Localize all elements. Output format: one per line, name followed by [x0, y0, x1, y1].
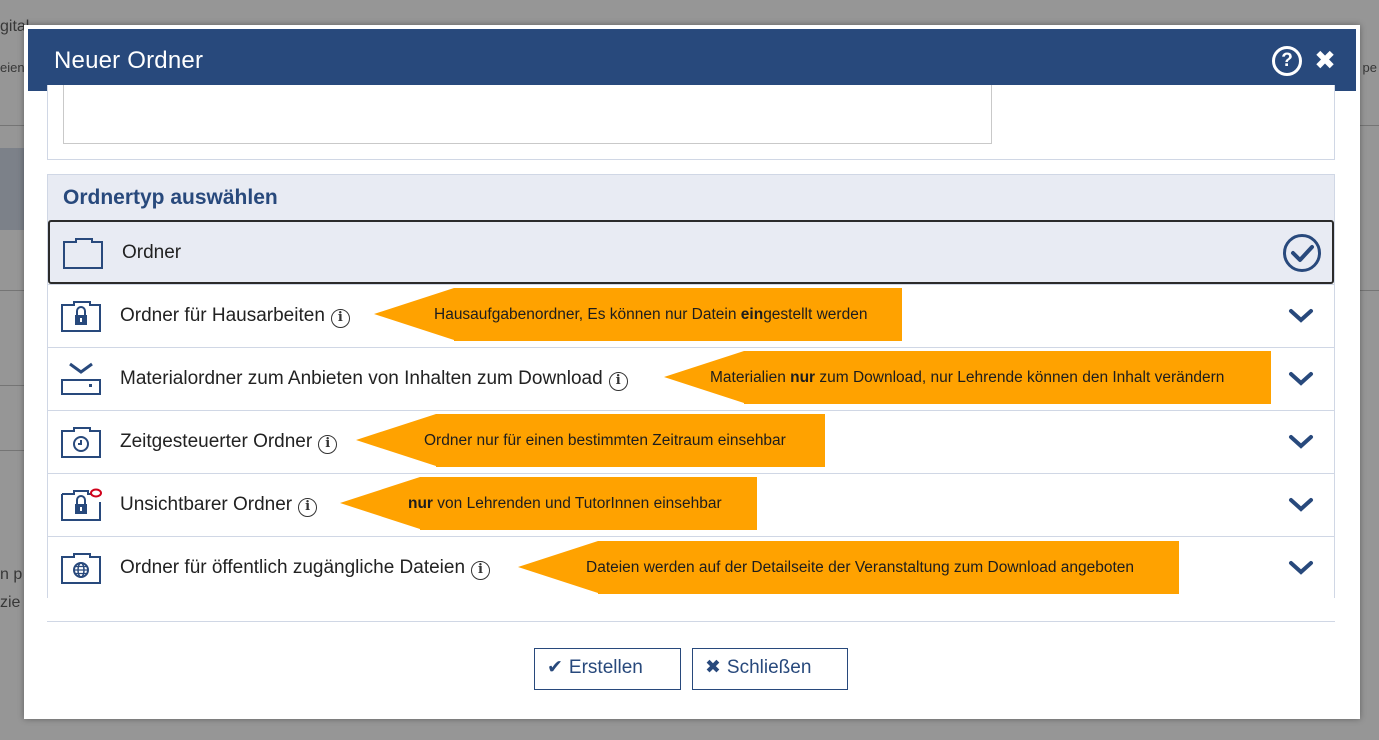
callout-materialordner: Materialien nur zum Download, nur Lehren… — [664, 351, 1271, 404]
folder-type-heading: Ordnertyp auswählen — [48, 175, 1334, 221]
close-button[interactable]: ✖ Schließen — [692, 648, 848, 690]
dialog-titlebar: Neuer Ordner ? ✖ — [28, 29, 1356, 91]
folder-type-label: Ordner — [122, 242, 182, 263]
download-folder-icon — [61, 362, 101, 395]
public-folder-icon — [61, 553, 101, 584]
folder-type-ordner[interactable]: Ordner — [48, 220, 1334, 284]
folder-type-label: Ordner für öffentlich zugängliche Dateie… — [120, 557, 491, 580]
callout-text: Hausaufgabenordner, Es können nur Datein… — [434, 306, 868, 323]
chevron-down-icon[interactable] — [1288, 496, 1314, 514]
check-icon: ✔ — [547, 657, 563, 678]
folder-type-label: Unsichtbarer Ordner i — [120, 494, 318, 517]
description-textarea[interactable] — [63, 85, 992, 144]
create-button[interactable]: ✔ Erstellen — [534, 648, 681, 690]
close-icon[interactable]: ✖ — [1312, 43, 1338, 77]
footer-divider — [47, 621, 1335, 622]
folder-type-label: Zeitgesteuerter Ordner i — [120, 431, 338, 454]
callout-oeffentlich: Dateien werden auf der Detailseite der V… — [518, 541, 1179, 594]
chevron-down-icon[interactable] — [1288, 559, 1314, 577]
info-icon[interactable]: i — [471, 561, 491, 580]
callout-text: nur von Lehrenden und TutorInnen einsehb… — [408, 495, 722, 512]
selected-check-icon — [1283, 234, 1321, 272]
timed-folder-icon — [61, 427, 101, 458]
chevron-down-icon[interactable] — [1288, 433, 1314, 451]
description-fieldset — [47, 85, 1335, 160]
callout-text: Ordner nur für einen bestimmten Zeitraum… — [424, 432, 786, 449]
folder-type-label: Materialordner zum Anbieten von Inhalten… — [120, 368, 628, 391]
info-icon[interactable]: i — [330, 309, 350, 328]
callout-unsichtbar: nur von Lehrenden und TutorInnen einsehb… — [340, 477, 757, 530]
info-icon[interactable]: i — [298, 498, 318, 517]
close-x-icon: ✖ — [705, 657, 721, 678]
create-button-label: Erstellen — [568, 657, 643, 678]
invisible-folder-icon — [61, 488, 102, 521]
chevron-down-icon[interactable] — [1288, 370, 1314, 388]
callout-hausarbeiten: Hausaufgabenordner, Es können nur Datein… — [374, 288, 902, 341]
folder-icon — [63, 238, 103, 269]
homework-folder-icon — [61, 301, 101, 332]
help-icon[interactable]: ? — [1272, 46, 1302, 76]
callout-zeitgesteuert: Ordner nur für einen bestimmten Zeitraum… — [356, 414, 825, 467]
chevron-down-icon[interactable] — [1288, 307, 1314, 325]
callout-text: Dateien werden auf der Detailseite der V… — [586, 559, 1135, 576]
info-icon[interactable]: i — [318, 435, 338, 454]
close-button-label: Schließen — [726, 657, 812, 678]
callout-text: Materialien nur zum Download, nur Lehren… — [710, 369, 1225, 386]
folder-type-label: Ordner für Hausarbeiten i — [120, 305, 350, 328]
info-icon[interactable]: i — [608, 372, 628, 391]
dialog-title: Neuer Ordner — [54, 47, 204, 74]
